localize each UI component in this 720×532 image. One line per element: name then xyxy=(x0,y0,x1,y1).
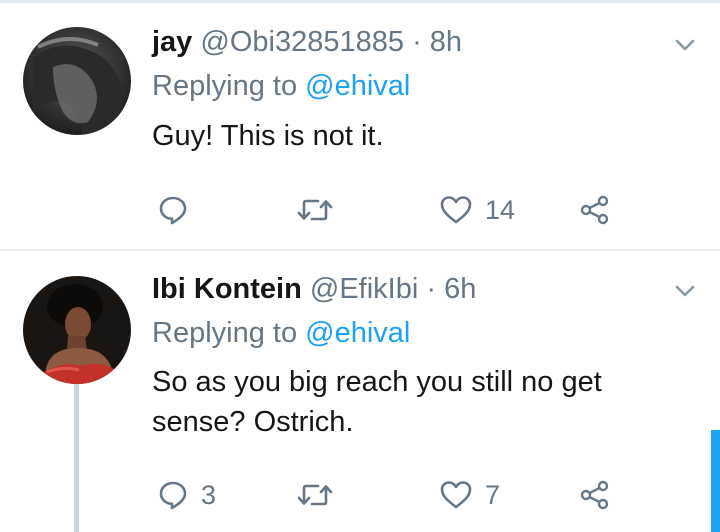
timestamp[interactable]: 6h xyxy=(444,273,476,305)
retweet-icon xyxy=(297,484,333,506)
timestamp[interactable]: 8h xyxy=(430,26,462,58)
like-count: 7 xyxy=(485,479,501,510)
mention-link[interactable]: @ehival xyxy=(305,70,410,102)
mention-link[interactable]: @ehival xyxy=(305,317,410,349)
chevron-down-icon[interactable] xyxy=(672,32,698,58)
user-handle[interactable]: @Obi32851885 xyxy=(200,26,404,58)
avatar[interactable] xyxy=(23,276,131,384)
avatar-image xyxy=(23,27,131,135)
reply-button[interactable]: 3 xyxy=(157,475,216,515)
thread-line xyxy=(74,384,79,532)
display-name[interactable]: Ibi Kontein xyxy=(152,273,302,305)
avatar[interactable] xyxy=(23,27,131,135)
user-handle[interactable]: @EfikIbi xyxy=(310,273,418,305)
separator: · xyxy=(426,273,437,305)
heart-icon xyxy=(440,196,472,224)
like-button[interactable]: 14 xyxy=(439,190,515,230)
avatar-image xyxy=(23,276,131,384)
replying-to: Replying to @ehival xyxy=(152,69,410,103)
share-icon xyxy=(580,195,609,225)
display-name[interactable]: jay xyxy=(152,26,192,58)
share-button[interactable] xyxy=(579,190,611,230)
replying-label: Replying to xyxy=(152,70,298,102)
tweet-header: Ibi Kontein @EfikIbi · 6h xyxy=(152,272,476,306)
chevron-down-icon[interactable] xyxy=(672,278,698,304)
action-bar: 14 xyxy=(0,190,720,230)
tweet-2[interactable]: Ibi Kontein @EfikIbi · 6h Replying to @e… xyxy=(0,251,720,532)
like-count: 14 xyxy=(485,194,516,225)
action-bar: 3 7 xyxy=(0,475,720,515)
share-icon xyxy=(580,480,609,510)
retweet-icon xyxy=(297,199,333,221)
tweet-header: jay @Obi32851885 · 8h xyxy=(152,25,462,59)
retweet-button[interactable] xyxy=(297,190,345,230)
like-button[interactable]: 7 xyxy=(439,475,500,515)
share-button[interactable] xyxy=(579,475,611,515)
reply-icon xyxy=(159,196,187,225)
retweet-button[interactable] xyxy=(297,475,345,515)
tweet-text: So as you big reach you still no get sen… xyxy=(152,366,602,438)
heart-icon xyxy=(440,481,472,509)
reply-button[interactable] xyxy=(157,190,201,230)
replying-label: Replying to xyxy=(152,317,298,349)
tweet-text: Guy! This is not it. xyxy=(152,120,384,152)
separator: · xyxy=(412,26,422,58)
tweet-1[interactable]: jay @Obi32851885 · 8h Replying to @ehiva… xyxy=(0,0,720,249)
reply-icon xyxy=(159,481,187,510)
replying-to: Replying to @ehival xyxy=(152,316,410,350)
timeline-feed: jay @Obi32851885 · 8h Replying to @ehiva… xyxy=(0,0,720,532)
scrollbar-thumb[interactable] xyxy=(711,430,720,532)
reply-count: 3 xyxy=(201,479,217,510)
